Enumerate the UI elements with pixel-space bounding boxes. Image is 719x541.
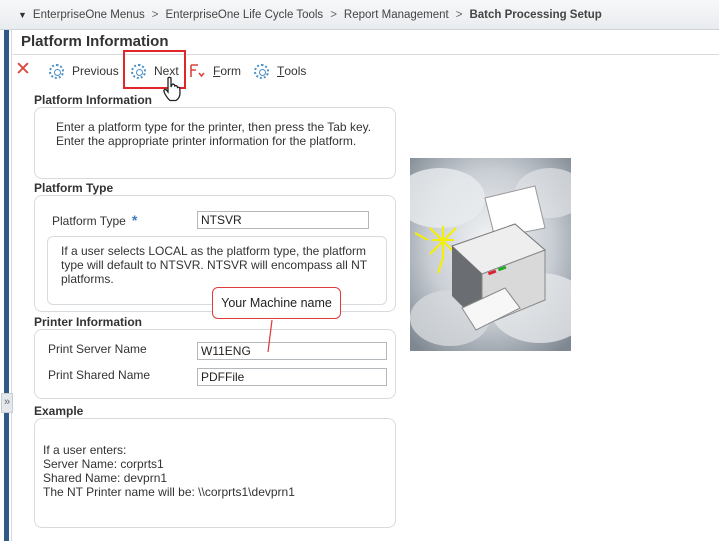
platform-type-label-text: Platform Type	[52, 214, 126, 228]
example-line: Shared Name: devprn1	[43, 471, 168, 485]
caret-down-icon[interactable]: ▼	[18, 10, 27, 20]
gear-icon	[254, 63, 269, 79]
breadcrumb-item-report-management[interactable]: Report Management	[344, 9, 449, 21]
previous-label: Previous	[72, 64, 119, 78]
breadcrumb-item-menus[interactable]: EnterpriseOne Menus	[33, 9, 145, 21]
breadcrumb-current: Batch Processing Setup	[469, 8, 602, 21]
print-server-name-input[interactable]	[197, 342, 387, 360]
section-heading-printer-information: Printer Information	[34, 315, 143, 329]
section-heading-platform-type: Platform Type	[34, 181, 114, 195]
breadcrumb-separator: >	[455, 8, 463, 21]
instructions-line: Enter a platform type for the printer, t…	[56, 120, 372, 134]
platform-type-input[interactable]	[197, 211, 369, 229]
page-title: Platform Information	[21, 33, 169, 50]
note-line: If a user selects LOCAL as the platform …	[61, 244, 367, 258]
hand-cursor-icon	[163, 76, 181, 102]
close-icon[interactable]: ✕	[15, 60, 31, 79]
example-panel: If a user enters: Server Name: corprts1 …	[34, 418, 396, 528]
print-shared-name-label: Print Shared Name	[48, 368, 151, 382]
tools-label-mnemonic: T	[277, 64, 285, 78]
required-marker: *	[131, 212, 138, 228]
breadcrumb-separator: >	[330, 8, 337, 21]
divider	[13, 54, 719, 55]
example-line: If a user enters:	[43, 443, 127, 457]
breadcrumb-separator: >	[151, 8, 159, 21]
gear-icon	[49, 63, 64, 79]
breadcrumb-item-lifecycle-tools[interactable]: EnterpriseOne Life Cycle Tools	[166, 9, 324, 21]
example-line: Server Name: corprts1	[43, 457, 164, 471]
form-label: orm	[220, 64, 242, 78]
form-icon	[189, 63, 207, 79]
note-line: platforms.	[61, 272, 114, 286]
tools-menu-button[interactable]: Tools	[254, 61, 306, 81]
note-line: type will default to NTSVR. NTSVR will e…	[61, 258, 368, 272]
form-label-mnemonic: F	[213, 64, 221, 78]
toolbar: ✕ Previous Next Form Tools	[13, 57, 413, 85]
form-menu-button[interactable]: Form	[189, 61, 241, 81]
callout-annotation: Your Machine name	[212, 287, 341, 319]
tools-label: ools	[284, 64, 307, 78]
left-accent-strip	[0, 30, 12, 541]
expand-panel-icon[interactable]: »	[1, 393, 13, 413]
instructions-line: Enter the appropriate printer informatio…	[56, 134, 357, 148]
printer-info-panel	[34, 329, 396, 399]
printer-illustration	[410, 158, 571, 351]
print-shared-name-input[interactable]	[197, 368, 387, 386]
instructions-panel: Enter a platform type for the printer, t…	[34, 107, 396, 179]
previous-button[interactable]: Previous	[49, 61, 119, 81]
breadcrumb: ▼ EnterpriseOne Menus > EnterpriseOne Li…	[0, 0, 719, 30]
platform-type-label: Platform Type *	[52, 212, 137, 228]
section-heading-example: Example	[34, 404, 84, 418]
section-heading-platform-information: Platform Information	[34, 93, 153, 107]
print-server-name-label: Print Server Name	[48, 342, 147, 356]
example-line: The NT Printer name will be: \\corprts1\…	[43, 485, 295, 499]
